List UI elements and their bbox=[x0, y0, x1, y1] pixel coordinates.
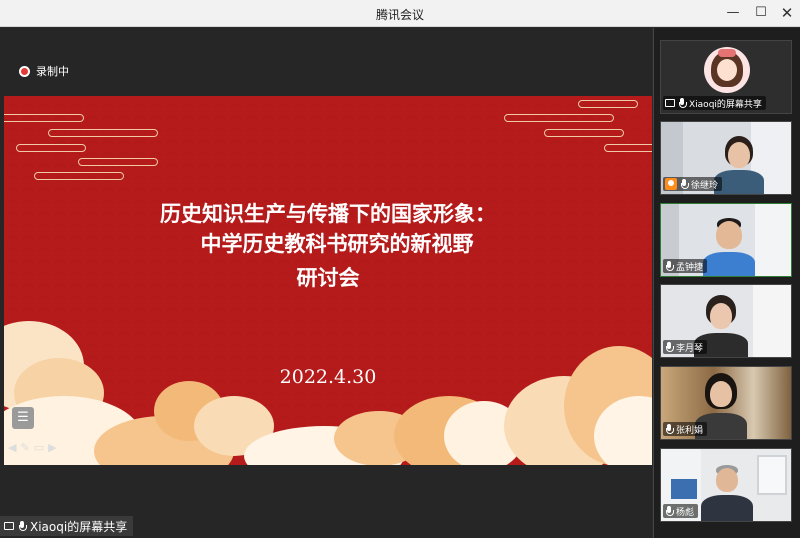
participant-name: 张利娟 bbox=[676, 425, 704, 436]
slide-title-line2: 中学历史教科书研究的新视野 bbox=[200, 231, 474, 256]
participant-name: 孟钟捷 bbox=[676, 262, 704, 273]
maximize-button[interactable]: ☐ bbox=[750, 3, 772, 23]
video-feed bbox=[701, 465, 753, 521]
avatar bbox=[704, 47, 750, 93]
screen-share-tag: Xiaoqi的屏幕共享 bbox=[0, 516, 134, 536]
record-icon bbox=[19, 65, 30, 77]
participant-tile[interactable]: 孟钟捷 bbox=[660, 203, 792, 277]
participant-name: 李月琴 bbox=[676, 343, 704, 354]
screen-share-icon bbox=[665, 99, 675, 107]
mic-icon bbox=[678, 98, 687, 108]
deco-line bbox=[34, 172, 124, 180]
next-arrow-icon[interactable]: ▶ bbox=[48, 441, 56, 454]
participant-tile[interactable]: 徐继玲 bbox=[660, 121, 792, 195]
deco-line bbox=[578, 100, 638, 108]
participant-name: 徐继玲 bbox=[691, 180, 719, 191]
share-label: Xiaoqi的屏幕共享 bbox=[30, 519, 128, 534]
recording-indicator: 录制中 bbox=[19, 64, 69, 78]
mic-icon bbox=[18, 521, 27, 531]
participant-sidebar: Xiaoqi的屏幕共享 徐继玲 孟钟捷 李月琴 张利娟 杨彪 bbox=[653, 28, 800, 538]
name-tag: 徐继玲 bbox=[663, 177, 723, 191]
video-feed bbox=[703, 218, 755, 276]
title-bar: 腾讯会议 — ☐ ✕ bbox=[0, 0, 800, 27]
name-tag: Xiaoqi的屏幕共享 bbox=[663, 96, 766, 110]
deco-line bbox=[48, 129, 158, 137]
screen-share-icon bbox=[4, 522, 14, 530]
name-tag: 李月琴 bbox=[663, 340, 708, 354]
slide-title-line1: 历史知识生产与传播下的国家形象： bbox=[160, 201, 496, 226]
participant-tile[interactable]: 杨彪 bbox=[660, 448, 792, 522]
participant-tile[interactable]: 张利娟 bbox=[660, 366, 792, 440]
deco-line bbox=[604, 144, 652, 152]
meeting-window: 腾讯会议 — ☐ ✕ 录制中 历史知识生产与传播下的国家形象： 中学历史教科书研… bbox=[0, 0, 800, 538]
slide-title-line3: 研讨会 bbox=[296, 265, 360, 290]
participant-name: 杨彪 bbox=[676, 507, 695, 518]
mic-icon bbox=[665, 424, 674, 434]
pen-icon[interactable]: ✎ bbox=[20, 441, 29, 454]
deco-line bbox=[16, 144, 86, 152]
screen-icon[interactable]: ▭ bbox=[34, 441, 44, 454]
prev-arrow-icon[interactable]: ◀ bbox=[8, 441, 16, 454]
close-button[interactable]: ✕ bbox=[776, 3, 798, 23]
deco-line bbox=[544, 129, 624, 137]
participant-name: Xiaoqi的屏幕共享 bbox=[689, 99, 762, 110]
deco-line bbox=[4, 114, 84, 122]
host-icon bbox=[665, 178, 677, 190]
name-tag: 孟钟捷 bbox=[663, 259, 708, 273]
mic-icon bbox=[680, 179, 689, 189]
mic-icon bbox=[665, 506, 674, 516]
name-tag: 杨彪 bbox=[663, 504, 699, 518]
participant-tile[interactable]: Xiaoqi的屏幕共享 bbox=[660, 40, 792, 114]
recording-label: 录制中 bbox=[36, 65, 69, 78]
screen-share-stage: 录制中 历史知识生产与传播下的国家形象： 中学历史教科书研究的新视野 研讨会 2… bbox=[0, 28, 652, 538]
mic-icon bbox=[665, 261, 674, 271]
slide-toolbar: ◀ ✎ ▭ ▶ bbox=[8, 441, 57, 454]
deco-line bbox=[78, 158, 158, 166]
name-tag: 张利娟 bbox=[663, 422, 708, 436]
deco-line bbox=[504, 114, 614, 122]
mic-icon bbox=[665, 342, 674, 352]
participant-tile[interactable]: 李月琴 bbox=[660, 284, 792, 358]
minimize-button[interactable]: — bbox=[722, 3, 744, 23]
window-title: 腾讯会议 bbox=[375, 8, 424, 22]
list-icon[interactable]: ☰ bbox=[12, 407, 34, 429]
presentation-slide: 历史知识生产与传播下的国家形象： 中学历史教科书研究的新视野 研讨会 2022.… bbox=[4, 96, 652, 465]
